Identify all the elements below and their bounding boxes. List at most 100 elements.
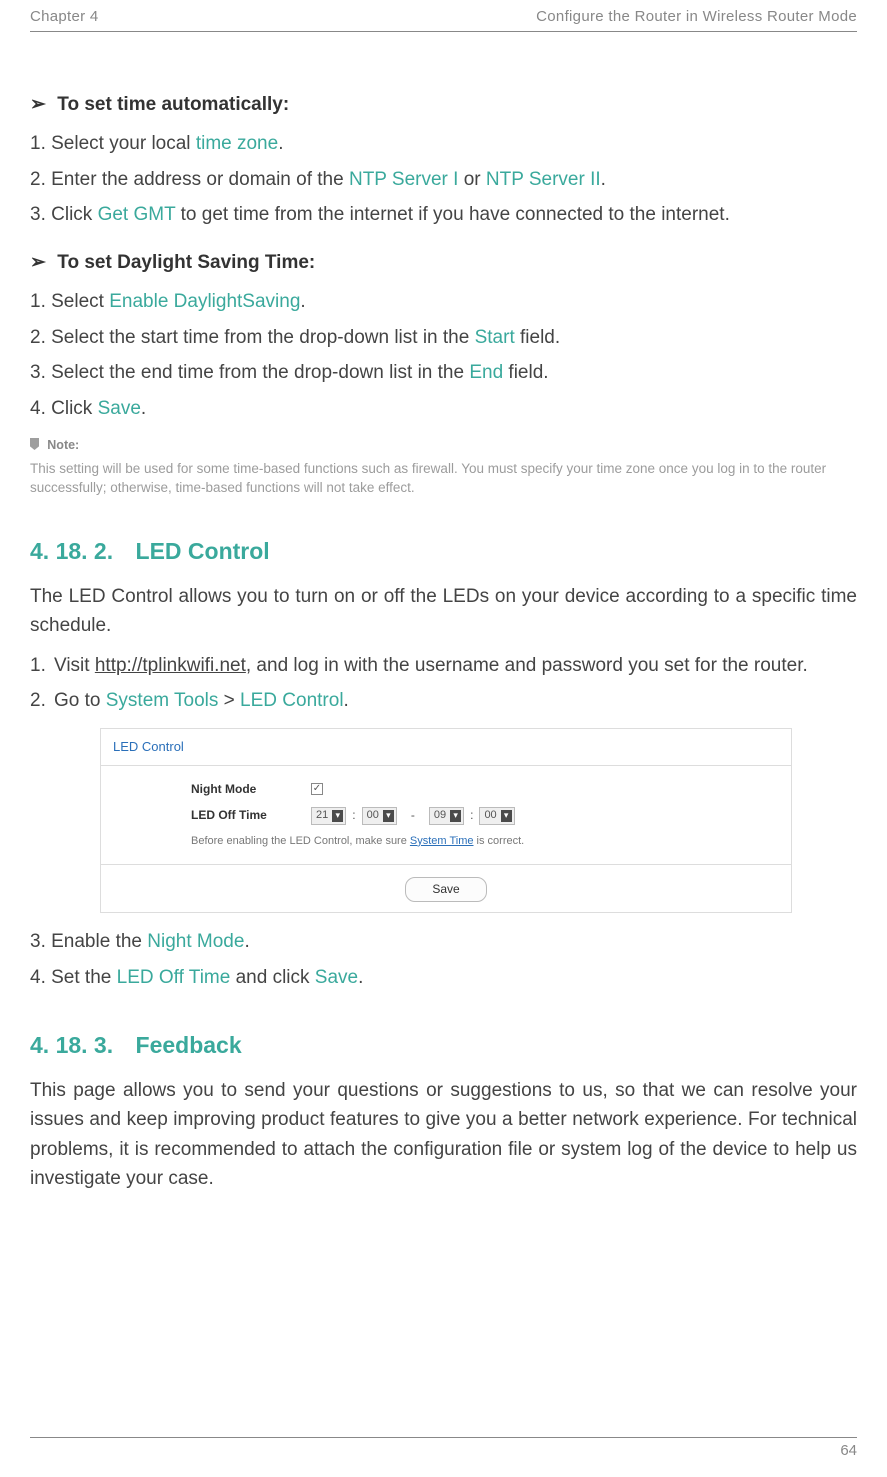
text: is correct.: [473, 835, 524, 847]
step-number: 2.: [30, 327, 51, 348]
text: field.: [503, 362, 548, 383]
text: Select the start time from the drop-down…: [51, 327, 474, 348]
list-item: 3. Click Get GMT to get time from the in…: [30, 200, 857, 229]
ui-reference: LED Off Time: [117, 967, 231, 988]
note-block: Note: This setting will be used for some…: [30, 429, 857, 498]
text: .: [601, 169, 606, 190]
step-number: 1.: [30, 651, 54, 680]
page-footer: 64: [30, 1437, 857, 1459]
list-item: 4. Set the LED Off Time and click Save.: [30, 963, 857, 992]
system-time-link[interactable]: System Time: [410, 835, 474, 847]
list-item: 1. Visit http://tplinkwifi.net, and log …: [30, 651, 857, 680]
ui-reference: Get GMT: [98, 204, 176, 225]
night-mode-row: Night Mode ✓: [191, 780, 777, 799]
tplinkwifi-link[interactable]: http://tplinkwifi.net: [95, 655, 246, 676]
chevron-down-icon: ▾: [450, 810, 461, 822]
step-number: 4.: [30, 398, 51, 419]
step-number: 1.: [30, 291, 51, 312]
page-header: Chapter 4 Configure the Router in Wirele…: [30, 0, 857, 32]
step-number: 3.: [30, 204, 51, 225]
ui-reference: Save: [315, 967, 358, 988]
page-content: ➢ To set time automatically: 1. Select y…: [30, 32, 857, 1194]
from-min-select[interactable]: 00 ▾: [362, 807, 397, 825]
select-value: 00: [367, 807, 379, 824]
text: Before enabling the LED Control, make su…: [191, 835, 410, 847]
to-min-select[interactable]: 00 ▾: [479, 807, 514, 825]
text: and click: [230, 967, 314, 988]
range-dash: -: [411, 806, 415, 825]
section-heading-led-control: 4. 18. 2. LED Control: [30, 534, 857, 570]
auto-time-steps: 1. Select your local time zone. 2. Enter…: [30, 129, 857, 229]
select-value: 21: [316, 807, 328, 824]
text: Click: [51, 204, 97, 225]
text: Select: [51, 291, 109, 312]
step-number: 3.: [30, 362, 51, 383]
subheading-text: To set Daylight Saving Time:: [57, 252, 315, 273]
arrow-icon: ➢: [30, 90, 52, 119]
text: Visit: [54, 655, 95, 676]
ui-reference: Enable DaylightSaving: [109, 291, 300, 312]
to-hour-select[interactable]: 09 ▾: [429, 807, 464, 825]
select-value: 00: [484, 807, 496, 824]
save-button[interactable]: Save: [405, 877, 486, 902]
text: .: [344, 690, 349, 711]
text: Click: [51, 398, 97, 419]
text: Enable the: [51, 931, 147, 952]
section-heading-feedback: 4. 18. 3. Feedback: [30, 1028, 857, 1064]
subheading-text: To set time automatically:: [57, 94, 289, 115]
colon: :: [352, 806, 355, 825]
text: Enter the address or domain of the: [51, 169, 349, 190]
subheading-dst: ➢ To set Daylight Saving Time:: [30, 248, 857, 277]
page-number: 64: [840, 1442, 857, 1459]
led-off-time-label: LED Off Time: [191, 806, 311, 825]
list-item: 3. Select the end time from the drop-dow…: [30, 358, 857, 387]
subheading-auto-time: ➢ To set time automatically:: [30, 90, 857, 119]
chevron-down-icon: ▾: [383, 810, 394, 822]
ui-reference: Night Mode: [147, 931, 244, 952]
panel-header: LED Control: [101, 729, 791, 766]
list-item: 1. Select your local time zone.: [30, 129, 857, 158]
text: Go to: [54, 690, 106, 711]
from-hour-select[interactable]: 21 ▾: [311, 807, 346, 825]
chevron-down-icon: ▾: [501, 810, 512, 822]
night-mode-checkbox[interactable]: ✓: [311, 783, 323, 795]
list-item: 2. Enter the address or domain of the NT…: [30, 165, 857, 194]
led-steps-second: 3. Enable the Night Mode. 4. Set the LED…: [30, 927, 857, 992]
note-flag-icon: [30, 438, 39, 450]
text: or: [458, 169, 485, 190]
text: Select your local: [51, 133, 196, 154]
feedback-body: This page allows you to send your questi…: [30, 1076, 857, 1194]
led-intro: The LED Control allows you to turn on or…: [30, 582, 857, 641]
step-number: 3.: [30, 931, 51, 952]
night-mode-label: Night Mode: [191, 780, 311, 799]
text: >: [218, 690, 240, 711]
note-label: Note:: [47, 438, 79, 452]
ui-reference: System Tools: [106, 690, 219, 711]
section-title: LED Control: [136, 538, 270, 564]
ui-reference: End: [469, 362, 503, 383]
led-off-time-row: LED Off Time 21 ▾ : 00 ▾ - 09 ▾: [191, 806, 777, 825]
step-number: 4.: [30, 967, 51, 988]
text: field.: [515, 327, 560, 348]
chapter-label: Chapter 4: [30, 8, 99, 25]
step-number: 2.: [30, 169, 51, 190]
list-item: 2. Go to System Tools > LED Control.: [30, 686, 857, 715]
dst-steps: 1. Select Enable DaylightSaving. 2. Sele…: [30, 287, 857, 423]
text: , and log in with the username and passw…: [246, 655, 808, 676]
ui-reference: Start: [475, 327, 515, 348]
ui-reference: NTP Server II: [486, 169, 601, 190]
ui-reference: Save: [98, 398, 141, 419]
text: .: [278, 133, 283, 154]
section-number: 4. 18. 2.: [30, 534, 113, 570]
section-number: 4. 18. 3.: [30, 1028, 113, 1064]
note-text: This setting will be used for some time-…: [30, 460, 857, 498]
text: .: [244, 931, 249, 952]
text: Set the: [51, 967, 117, 988]
text: to get time from the internet if you hav…: [175, 204, 730, 225]
select-value: 09: [434, 807, 446, 824]
colon: :: [470, 806, 473, 825]
step-number: 2.: [30, 686, 54, 715]
list-item: 3. Enable the Night Mode.: [30, 927, 857, 956]
text: .: [141, 398, 146, 419]
text: Select the end time from the drop-down l…: [51, 362, 469, 383]
